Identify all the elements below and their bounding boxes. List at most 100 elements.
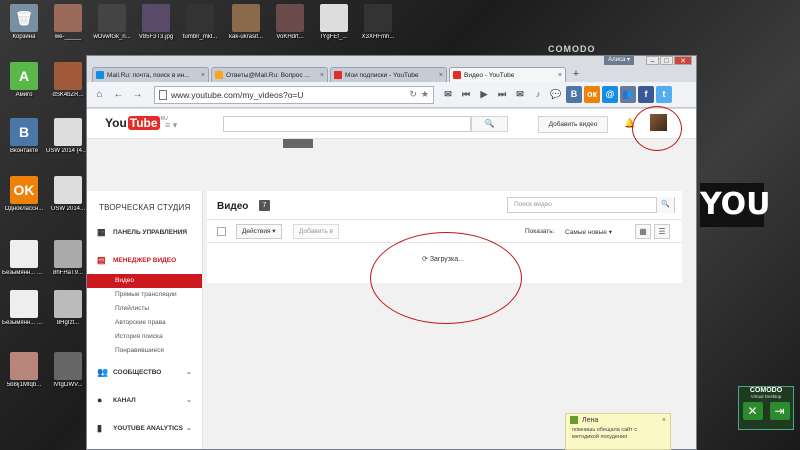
desktop-icon-image <box>10 240 38 268</box>
desktop-icon[interactable]: VoKHdrt... <box>268 4 312 41</box>
desktop-icon[interactable]: 8hFHaT9... <box>46 240 90 277</box>
desktop-icon[interactable]: USW 2014... <box>46 176 90 213</box>
desktop-icon[interactable]: dSK4bZR... <box>46 62 90 99</box>
nav-dashboard[interactable]: ▦ ПАНЕЛЬ УПРАВЛЕНИЯ <box>87 218 202 246</box>
tab-close-icon[interactable]: × <box>437 72 443 79</box>
tab-close-icon[interactable]: × <box>556 72 562 79</box>
list-view-icon[interactable]: ☰ <box>654 224 670 239</box>
community-icon: 👥 <box>97 366 109 377</box>
desktop-icon[interactable]: OK Одноклассн... <box>2 176 46 213</box>
upload-button[interactable]: Добавить видео <box>538 116 608 133</box>
desktop-icon[interactable]: A Амиго <box>2 62 46 99</box>
tab-close-icon[interactable]: × <box>199 72 205 79</box>
desktop-icon-image <box>54 62 82 90</box>
user-badge[interactable]: Алиса ▾ <box>604 56 634 65</box>
facebook-icon[interactable]: f <box>638 86 654 103</box>
desktop-icon-image <box>98 4 126 32</box>
yt-header: You Tube RU ≡ ▾ 🔍 Добавить видео 🔔 <box>87 109 696 139</box>
minimize-button[interactable]: – <box>646 56 659 65</box>
desktop-icon-label: USW 2014... <box>50 206 85 212</box>
tab-close-icon[interactable]: × <box>318 72 324 79</box>
ok-icon[interactable]: ок <box>584 86 600 103</box>
comodo-panel-subtitle: Virtual Desktop <box>750 394 782 399</box>
close-icon[interactable]: × <box>662 417 666 424</box>
bookmark-star-icon[interactable]: ★ <box>421 89 429 100</box>
vk-icon[interactable]: B <box>566 86 582 103</box>
desktop-icon[interactable]: 5b8ij1Mfqb... <box>2 352 46 389</box>
desktop-icon-label: 8HgIzt... <box>56 320 80 326</box>
comodo-exit-icon[interactable]: ⇥ <box>769 402 790 420</box>
reload-icon[interactable]: ↻ <box>409 89 417 100</box>
desktop-icon[interactable]: Безымянн... 2014-05-... <box>2 290 46 327</box>
twitter-icon[interactable]: t <box>656 86 672 103</box>
desktop-icon[interactable]: wOvwfGk_n... <box>90 4 134 41</box>
desktop-icon[interactable]: Безымянн... 2014-05-... <box>2 240 46 277</box>
desktop-icon-label: Корзина <box>12 34 36 40</box>
mail-ext-icon[interactable]: ✉ <box>512 86 528 103</box>
prev-track-icon[interactable]: ⏮ <box>458 86 474 103</box>
tab-subscriptions[interactable]: Мои подписки - YouTube × <box>330 67 447 82</box>
next-track-icon[interactable]: ⏭ <box>494 86 510 103</box>
play-icon[interactable]: ▶ <box>476 86 492 103</box>
desktop-icon[interactable]: 🗑 Корзина <box>2 4 46 41</box>
nav-video-manager[interactable]: ▤ МЕНЕДЖЕР ВИДЕО <box>87 246 202 274</box>
back-icon[interactable]: ← <box>110 86 127 103</box>
notification-bell-icon[interactable]: 🔔 <box>624 118 635 129</box>
sub-liked[interactable]: Понравившиеся <box>87 344 202 358</box>
tab-answers[interactable]: Ответы@Mail.Ru: Вопрос ... × <box>211 67 328 82</box>
comodo-close-icon[interactable]: ✕ <box>742 402 763 420</box>
address-bar[interactable]: www.youtube.com/my_videos?o=U ↻ ★ <box>154 85 434 104</box>
desktop-icon[interactable]: USW 2014 (4).jpg <box>46 118 90 155</box>
music-icon[interactable]: ♪ <box>530 86 546 103</box>
search-input[interactable] <box>223 116 471 132</box>
desktop-icon[interactable]: V85F3T3.jpg <box>134 4 178 41</box>
desktop-icon[interactable]: IYgFEf_... <box>312 4 356 41</box>
desktop-icon-image: OK <box>10 176 38 204</box>
sub-search-history[interactable]: История поиска <box>87 330 202 344</box>
youtube-logo[interactable]: You Tube RU <box>105 116 168 130</box>
sticky-note[interactable]: Лена × помнишь обещала сайт с методикой … <box>565 413 671 450</box>
forward-icon[interactable]: → <box>129 86 146 103</box>
maximize-button[interactable]: □ <box>660 56 673 65</box>
search-button[interactable]: 🔍 <box>471 116 508 132</box>
desktop-icon[interactable]: X3XHFmh... <box>356 4 400 41</box>
avatar[interactable] <box>650 114 667 131</box>
nav-channel[interactable]: ● КАНАЛ ⌄ <box>87 386 202 414</box>
chevron-down-icon: ⌄ <box>186 369 192 376</box>
chat-icon[interactable]: 💬 <box>548 86 564 103</box>
desktop-icon[interactable]: kak-ukrasit... <box>224 4 268 41</box>
sub-videos[interactable]: Видео <box>87 274 202 288</box>
close-window-button[interactable]: ✕ <box>674 56 692 65</box>
home-icon[interactable]: ⌂ <box>91 86 108 103</box>
desktop-icon-label: dSK4bZR... <box>52 92 84 98</box>
sub-playlists[interactable]: Плейлисты <box>87 302 202 316</box>
browser-window: Алиса ▾ – □ ✕ Mail.Ru: почта, поиск в ин… <box>86 55 697 450</box>
desktop-icon[interactable]: tumblr_mkl... <box>178 4 222 41</box>
new-tab-button[interactable]: + <box>568 68 584 82</box>
actions-dropdown[interactable]: Действия ▾ <box>236 224 282 239</box>
desktop-icon[interactable]: lVtgtJWV... <box>46 352 90 389</box>
sticky-note-text: помнишь обещала сайт с методикой похуден… <box>572 427 637 440</box>
channel-banner <box>87 139 696 191</box>
add-to-button[interactable]: Добавить в <box>293 224 339 239</box>
sort-dropdown[interactable]: Самые новые ▾ <box>565 228 612 236</box>
desktop-icon[interactable]: we-_____ <box>46 4 90 41</box>
select-all-checkbox[interactable] <box>217 227 226 236</box>
video-search-input[interactable]: Поиск видео 🔍 <box>507 197 675 213</box>
desktop-icon[interactable]: B Вконтакте <box>2 118 46 155</box>
sub-live[interactable]: Прямые трансляции <box>87 288 202 302</box>
mail-ext-icon[interactable]: ✉ <box>440 86 456 103</box>
desktop-icon-image <box>232 4 260 32</box>
desktop-icon[interactable]: 8HgIzt... <box>46 290 90 327</box>
tab-videos[interactable]: Видео - YouTube × <box>449 67 566 82</box>
tab-mail[interactable]: Mail.Ru: почта, поиск в ин... × <box>92 67 209 82</box>
mail-ru-icon[interactable]: @ <box>602 86 618 103</box>
desktop-icon-label: lVtgtJWV... <box>53 382 83 388</box>
grid-view-icon[interactable]: ▦ <box>635 224 651 239</box>
guide-menu-icon[interactable]: ≡ ▾ <box>165 120 177 131</box>
search-icon[interactable]: 🔍 <box>656 197 674 213</box>
nav-analytics[interactable]: ▮ YOUTUBE ANALYTICS ⌄ <box>87 414 202 442</box>
sub-copyright[interactable]: Авторские права <box>87 316 202 330</box>
nav-community[interactable]: 👥 СООБЩЕСТВО ⌄ <box>87 358 202 386</box>
friends-icon[interactable]: 👥 <box>620 86 636 103</box>
